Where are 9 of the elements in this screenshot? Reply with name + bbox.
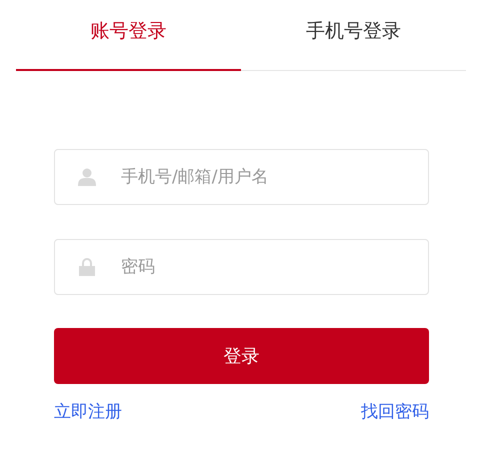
forgot-password-link[interactable]: 找回密码 bbox=[361, 400, 429, 423]
password-field[interactable]: 密码 bbox=[54, 239, 429, 295]
login-tab[interactable]: 账号登录 bbox=[16, 0, 241, 71]
username-field[interactable]: 手机号/邮箱/用户名 bbox=[54, 149, 429, 205]
lock-icon bbox=[78, 258, 96, 276]
register-link[interactable]: 立即注册 bbox=[54, 400, 122, 423]
user-icon bbox=[78, 168, 96, 186]
login-button[interactable]: 登录 bbox=[54, 328, 429, 384]
login-tab[interactable]: 手机号登录 bbox=[241, 0, 466, 71]
